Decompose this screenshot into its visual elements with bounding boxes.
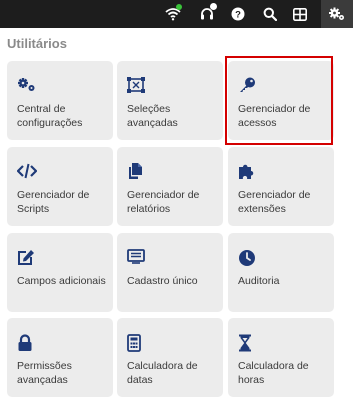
notification-dot bbox=[210, 3, 217, 10]
section-title: Utilitários bbox=[7, 36, 67, 51]
tile-gerenciador-relatorios[interactable]: Gerenciador de relatórios bbox=[117, 147, 223, 226]
tile-gerenciador-scripts[interactable]: Gerenciador de Scripts bbox=[7, 147, 113, 226]
tile-auditoria[interactable]: Auditoria bbox=[228, 233, 334, 312]
tile-label: Gerenciador de Scripts bbox=[17, 189, 90, 215]
top-bar: ? bbox=[0, 0, 353, 28]
tile-label: Gerenciador de relatórios bbox=[127, 189, 200, 215]
edit-icon bbox=[17, 249, 35, 265]
code-icon bbox=[16, 163, 38, 179]
tile-gerenciador-acessos[interactable]: Gerenciador de acessos bbox=[228, 61, 334, 140]
tile-label: Calculadora de datas bbox=[127, 360, 198, 386]
tile-label: Gerenciador de acessos bbox=[238, 103, 311, 129]
id-card-icon bbox=[127, 249, 145, 265]
tile-central-configuracoes[interactable]: Central de configurações bbox=[7, 61, 113, 140]
help-icon[interactable]: ? bbox=[226, 0, 250, 28]
tile-calculadora-datas[interactable]: Calculadora de datas bbox=[117, 318, 223, 397]
clock-icon bbox=[238, 249, 256, 266]
search-icon[interactable] bbox=[258, 0, 282, 28]
key-icon bbox=[238, 77, 256, 93]
wifi-icon[interactable] bbox=[160, 0, 186, 28]
svg-text:?: ? bbox=[235, 10, 241, 21]
tile-label: Campos adicionais bbox=[17, 275, 106, 287]
tile-campos-adicionais[interactable]: Campos adicionais bbox=[7, 233, 113, 312]
calculator-icon bbox=[127, 334, 145, 352]
tile-label: Permissões avançadas bbox=[17, 360, 72, 386]
tile-label: Central de configurações bbox=[17, 103, 83, 129]
tile-permissoes-avancadas[interactable]: Permissões avançadas bbox=[7, 318, 113, 397]
tile-label: Auditoria bbox=[238, 275, 280, 287]
tile-label: Gerenciador de extensões bbox=[238, 189, 311, 215]
tile-label: Calculadora de horas bbox=[238, 360, 309, 386]
tile-label: Seleções avançadas bbox=[127, 103, 178, 129]
grid-icon[interactable] bbox=[288, 0, 312, 28]
tile-gerenciador-extensoes[interactable]: Gerenciador de extensões bbox=[228, 147, 334, 226]
gears-icon bbox=[17, 77, 35, 93]
puzzle-icon bbox=[238, 163, 256, 179]
gears-icon[interactable] bbox=[321, 0, 353, 28]
headset-icon[interactable] bbox=[194, 0, 220, 28]
lock-icon bbox=[17, 334, 35, 351]
hourglass-icon bbox=[238, 334, 256, 352]
online-status-dot bbox=[176, 4, 182, 10]
copy-icon bbox=[127, 163, 145, 179]
tile-cadastro-unico[interactable]: Cadastro único bbox=[117, 233, 223, 312]
selection-icon bbox=[127, 77, 145, 93]
tile-label: Cadastro único bbox=[127, 275, 198, 287]
tile-selecoes-avancadas[interactable]: Seleções avançadas bbox=[117, 61, 223, 140]
tile-calculadora-horas[interactable]: Calculadora de horas bbox=[228, 318, 334, 397]
